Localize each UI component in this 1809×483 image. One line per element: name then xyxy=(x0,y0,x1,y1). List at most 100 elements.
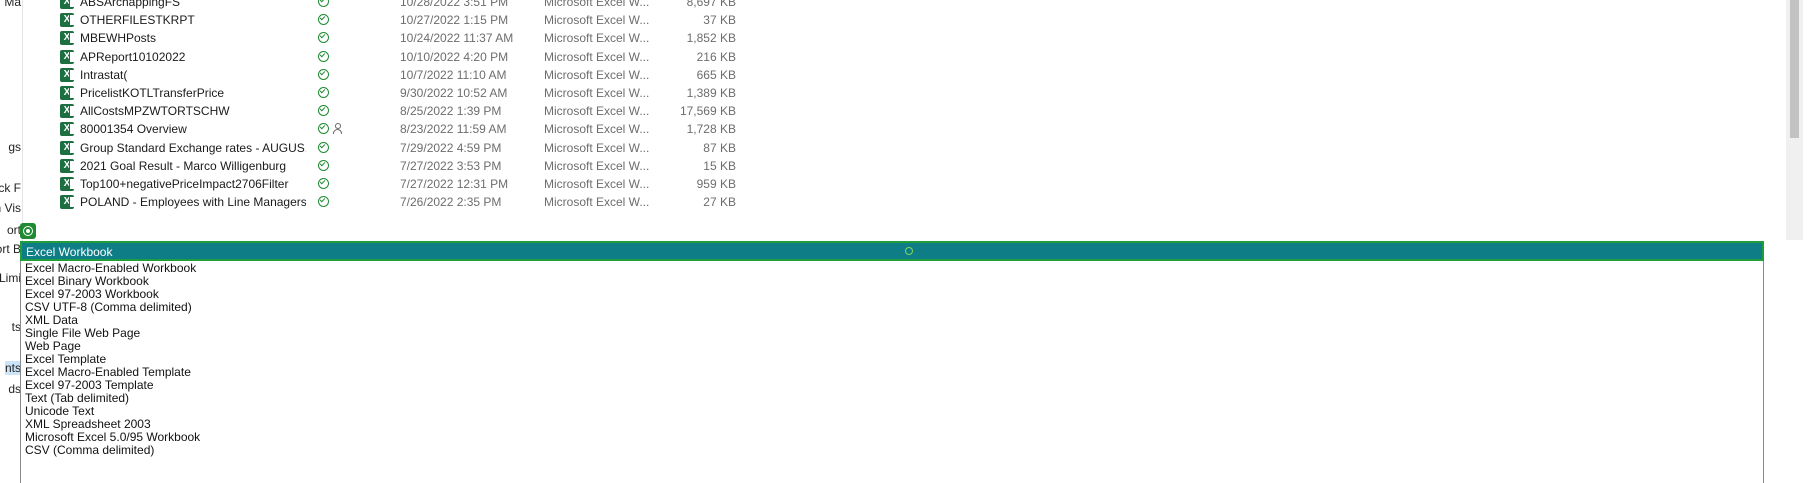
window-edge xyxy=(1803,0,1809,483)
file-type-badge-icon xyxy=(20,223,36,239)
file-size: 1,728 KB xyxy=(686,122,736,137)
file-size: 8,697 KB xyxy=(686,0,736,9)
file-date: 10/24/2022 11:37 AM xyxy=(400,31,514,46)
sync-ok-icon xyxy=(318,196,329,208)
file-name[interactable]: MBEWHPosts xyxy=(80,31,306,45)
excel-file-icon: X xyxy=(60,195,75,210)
excel-file-icon: X xyxy=(60,104,75,119)
file-date: 7/26/2022 2:35 PM xyxy=(400,195,502,210)
sync-status xyxy=(318,159,358,174)
file-row[interactable]: X POLAND - Employees with Line Managers 7/… xyxy=(58,192,748,213)
file-name[interactable]: Intrastat( xyxy=(80,68,306,82)
file-type: Microsoft Excel W... xyxy=(544,177,650,191)
sync-status xyxy=(318,87,358,101)
file-type: Microsoft Excel W... xyxy=(544,49,650,64)
file-size: 17,569 KB xyxy=(679,104,736,119)
excel-file-icon: X xyxy=(60,86,75,100)
sync-status xyxy=(318,0,358,10)
file-size: 216 KB xyxy=(696,49,736,64)
shared-person-icon xyxy=(333,123,342,135)
nav-item[interactable]: nts xyxy=(4,361,21,375)
file-type: Microsoft Excel W... xyxy=(544,104,650,119)
sync-status xyxy=(318,32,358,46)
sync-status xyxy=(318,68,358,83)
excel-file-icon: X xyxy=(60,122,75,137)
sync-status xyxy=(318,178,358,192)
file-type: Microsoft Excel W... xyxy=(544,122,650,137)
sync-ok-icon xyxy=(318,141,329,153)
nav-item[interactable]: Limi xyxy=(0,271,21,285)
file-date: 10/10/2022 4:20 PM xyxy=(400,49,509,64)
file-name[interactable]: 2021 Goal Result - Marco Willigenburg xyxy=(80,159,306,173)
sync-ok-icon xyxy=(318,178,329,189)
excel-file-icon: X xyxy=(60,31,75,46)
sync-status xyxy=(318,141,358,156)
file-type: Microsoft Excel W... xyxy=(544,86,650,100)
file-size: 1,389 KB xyxy=(686,86,736,100)
file-size: 37 KB xyxy=(703,13,736,28)
save-as-type-option[interactable]: CSV (Comma delimited) xyxy=(25,443,154,458)
nav-item[interactable]: ock F xyxy=(0,181,21,195)
nav-item[interactable]: ort B xyxy=(0,242,21,256)
file-name[interactable]: AllCostsMPZWTORTSCHW xyxy=(80,104,306,118)
sync-status xyxy=(318,14,358,28)
sync-ok-icon xyxy=(318,50,329,62)
save-as-type-selected[interactable]: Excel Workbook xyxy=(26,245,112,259)
file-date: 7/27/2022 3:53 PM xyxy=(400,158,502,173)
excel-file-icon: X xyxy=(60,0,75,9)
file-name[interactable]: OTHERFILESTKRPT xyxy=(80,13,306,27)
file-size: 665 KB xyxy=(696,67,736,82)
sync-ok-icon xyxy=(318,123,329,135)
file-date: 10/7/2022 11:10 AM xyxy=(400,67,507,82)
cursor-target-icon xyxy=(905,247,913,255)
excel-file-icon: X xyxy=(60,140,75,155)
navigation-pane: Magsock Fn Visortort BLimitsntsds xyxy=(0,0,22,483)
file-size: 15 KB xyxy=(703,158,736,173)
sync-ok-icon xyxy=(318,68,329,80)
nav-item[interactable]: n Vis xyxy=(0,201,21,215)
file-date: 7/27/2022 12:31 PM xyxy=(400,177,509,191)
file-type: Microsoft Excel W... xyxy=(544,195,650,210)
sync-ok-icon xyxy=(318,32,329,44)
sync-ok-icon xyxy=(318,159,329,171)
file-list-scrollbar[interactable] xyxy=(1786,0,1803,240)
file-type: Microsoft Excel W... xyxy=(544,140,650,155)
file-name[interactable]: PricelistKOTLTransferPrice xyxy=(80,86,306,100)
sync-status xyxy=(318,123,358,137)
excel-file-icon: X xyxy=(60,177,75,191)
excel-file-icon: X xyxy=(60,67,75,82)
file-date: 10/27/2022 1:15 PM xyxy=(400,13,509,28)
file-date: 8/23/2022 11:59 AM xyxy=(400,122,507,137)
sync-ok-icon xyxy=(318,105,329,117)
file-type: Microsoft Excel W... xyxy=(544,158,650,173)
nav-item[interactable]: gs xyxy=(8,140,21,154)
file-date: 8/25/2022 1:39 PM xyxy=(400,104,502,119)
file-name[interactable]: APReport10102022 xyxy=(80,50,306,64)
file-name[interactable]: Top100+negativePriceImpact2706Filter xyxy=(80,177,306,191)
excel-file-icon: X xyxy=(60,49,75,64)
save-as-type-select[interactable]: Excel Workbook xyxy=(20,241,1764,261)
sync-status xyxy=(318,196,358,210)
file-list: X ABSArchappingFS 10/28/2022 3:51 PM Micros… xyxy=(58,0,1768,240)
file-name[interactable]: ABSArchappingFS xyxy=(80,0,306,9)
excel-file-icon: X xyxy=(60,158,75,173)
sync-status xyxy=(318,50,358,65)
file-date: 7/29/2022 4:59 PM xyxy=(400,140,502,155)
sync-ok-icon xyxy=(318,0,329,7)
nav-item[interactable]: ort xyxy=(7,223,21,237)
file-size: 87 KB xyxy=(703,140,736,155)
sync-ok-icon xyxy=(318,87,329,98)
file-date: 10/28/2022 3:51 PM xyxy=(400,0,509,9)
nav-item[interactable]: Ma xyxy=(4,0,21,9)
sync-status xyxy=(318,105,358,119)
file-date: 9/30/2022 10:52 AM xyxy=(400,86,508,100)
sync-ok-icon xyxy=(318,14,329,26)
file-name[interactable]: Group Standard Exchange rates - AUGUS... xyxy=(80,141,306,155)
file-type: Microsoft Excel W... xyxy=(544,0,650,9)
save-as-type-options: Excel Macro-Enabled Workbook Excel Binary… xyxy=(20,261,1764,483)
file-name[interactable]: 80001354 Overview xyxy=(80,122,306,136)
file-size: 959 KB xyxy=(696,177,736,191)
file-size: 27 KB xyxy=(703,195,736,210)
file-name[interactable]: POLAND - Employees with Line Managers xyxy=(80,195,306,209)
scrollbar-thumb[interactable] xyxy=(1790,0,1799,138)
